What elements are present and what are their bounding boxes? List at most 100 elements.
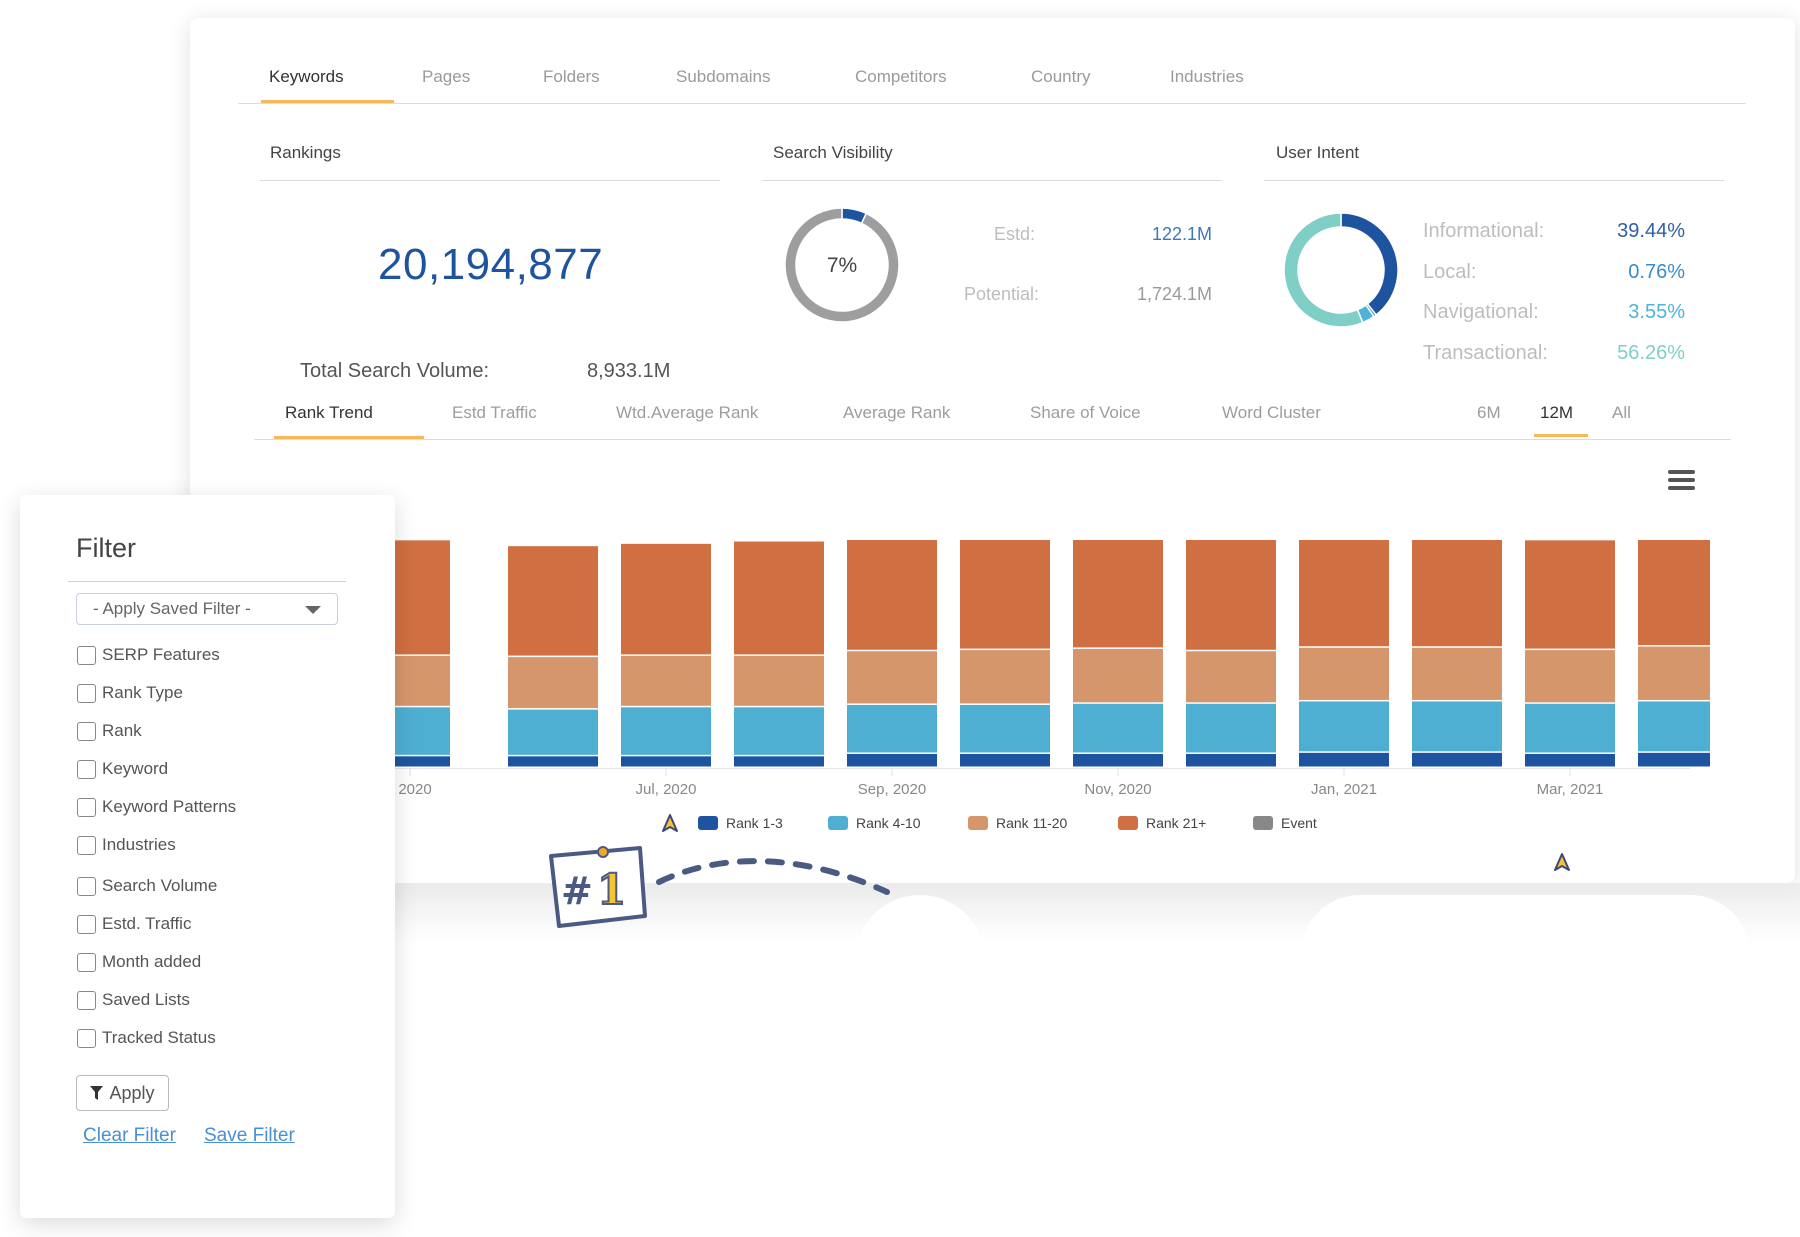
checkbox[interactable] (77, 990, 96, 1010)
bar-rank-4-10[interactable] (508, 709, 598, 755)
bar-rank-11-20[interactable] (1299, 647, 1389, 700)
checkbox[interactable] (77, 876, 96, 896)
checkbox[interactable] (77, 721, 96, 741)
legend-item-event[interactable]: Event (1253, 815, 1317, 831)
bar-rank-4-10[interactable] (1299, 701, 1389, 752)
tab-folders[interactable]: Folders (543, 67, 600, 87)
bar-rank-4-10[interactable] (847, 704, 937, 753)
filter-option-saved-lists[interactable]: Saved Lists (77, 990, 190, 1010)
bar-rank-1-3[interactable] (1186, 753, 1276, 767)
checkbox[interactable] (77, 1028, 96, 1048)
bar-rank-21-[interactable] (1186, 540, 1276, 650)
range-tab-12m[interactable]: 12M (1540, 403, 1573, 423)
total-search-volume-label: Total Search Volume: (300, 360, 489, 382)
checkbox[interactable] (77, 797, 96, 817)
bar-rank-21-[interactable] (1638, 540, 1710, 646)
filter-option-keyword[interactable]: Keyword (77, 759, 168, 779)
bar-rank-21-[interactable] (621, 543, 711, 655)
tab-keywords[interactable]: Keywords (269, 67, 344, 87)
bar-rank-11-20[interactable] (734, 655, 824, 706)
bar-rank-1-3[interactable] (508, 756, 598, 767)
funnel-icon (90, 1086, 104, 1100)
bar-rank-21-[interactable] (1299, 540, 1389, 647)
bar-rank-11-20[interactable] (960, 650, 1050, 704)
checkbox[interactable] (77, 914, 96, 934)
bar-rank-1-3[interactable] (1638, 752, 1710, 767)
bar-rank-21-[interactable] (1412, 540, 1502, 647)
clear-filter-link[interactable]: Clear Filter (83, 1125, 176, 1147)
checkbox[interactable] (77, 952, 96, 972)
bar-rank-11-20[interactable] (847, 651, 937, 704)
bar-rank-4-10[interactable] (1186, 703, 1276, 753)
filter-option-search-volume[interactable]: Search Volume (77, 876, 217, 896)
filter-option-serp-features[interactable]: SERP Features (77, 645, 220, 665)
chart-menu-icon[interactable] (1668, 470, 1695, 492)
filter-option-tracked-status[interactable]: Tracked Status (77, 1028, 216, 1048)
legend-item-rank-11-20[interactable]: Rank 11-20 (968, 815, 1067, 831)
bar-rank-11-20[interactable] (1525, 650, 1615, 703)
bar-rank-1-3[interactable] (621, 756, 711, 767)
tab-competitors[interactable]: Competitors (855, 67, 947, 87)
bar-rank-11-20[interactable] (1073, 648, 1163, 703)
bar-rank-21-[interactable] (1525, 540, 1615, 649)
legend-item-rank-21-[interactable]: Rank 21+ (1118, 815, 1206, 831)
range-tab-all[interactable]: All (1612, 403, 1631, 423)
bar-rank-4-10[interactable] (1073, 703, 1163, 753)
bar-rank-4-10[interactable] (621, 707, 711, 755)
tab-pages[interactable]: Pages (422, 67, 470, 87)
bar-rank-4-10[interactable] (1638, 701, 1710, 752)
bar-rank-1-3[interactable] (1412, 752, 1502, 767)
checkbox[interactable] (77, 759, 96, 779)
range-tab-6m[interactable]: 6M (1477, 403, 1501, 423)
apply-filter-button[interactable]: Apply (76, 1075, 169, 1111)
bar-rank-21-[interactable] (734, 541, 824, 655)
legend-item-rank-4-10[interactable]: Rank 4-10 (828, 815, 921, 831)
saved-filter-select[interactable]: - Apply Saved Filter - (76, 593, 338, 625)
bar-rank-4-10[interactable] (960, 704, 1050, 753)
bar-rank-4-10[interactable] (734, 707, 824, 755)
chart-tab-average-rank[interactable]: Average Rank (843, 403, 950, 423)
filter-option-label: Keyword (102, 759, 169, 778)
tab-subdomains[interactable]: Subdomains (676, 67, 771, 87)
chart-tab-share-of-voice[interactable]: Share of Voice (1030, 403, 1141, 423)
legend-item-rank-1-3[interactable]: Rank 1-3 (698, 815, 783, 831)
bar-rank-21-[interactable] (960, 540, 1050, 649)
chart-tab-word-cluster[interactable]: Word Cluster (1222, 403, 1321, 423)
bar-rank-21-[interactable] (1073, 540, 1163, 648)
filter-option-estd-traffic[interactable]: Estd. Traffic (77, 914, 191, 934)
checkbox[interactable] (77, 645, 96, 665)
bar-rank-1-3[interactable] (1073, 753, 1163, 767)
bar-rank-11-20[interactable] (1186, 651, 1276, 703)
filter-option-rank[interactable]: Rank (77, 721, 142, 741)
bar-rank-1-3[interactable] (734, 756, 824, 767)
bar-rank-4-10[interactable] (1525, 703, 1615, 753)
bar-rank-1-3[interactable] (1299, 752, 1389, 767)
bar-rank-11-20[interactable] (508, 657, 598, 709)
bar-rank-21-[interactable] (847, 540, 937, 650)
intent-segment-transactional[interactable] (1283, 212, 1364, 328)
chevron-down-icon (305, 606, 321, 614)
bar-rank-1-3[interactable] (1525, 753, 1615, 767)
bar-rank-11-20[interactable] (1412, 647, 1502, 700)
filter-option-rank-type[interactable]: Rank Type (77, 683, 183, 703)
bar-rank-21-[interactable] (508, 546, 598, 656)
tab-industries[interactable]: Industries (1170, 67, 1244, 87)
chart-tab-wtd-average-rank[interactable]: Wtd.Average Rank (616, 403, 758, 423)
bar-rank-4-10[interactable] (1412, 701, 1502, 752)
search-visibility-percent: 7% (827, 254, 857, 277)
checkbox[interactable] (77, 683, 96, 703)
bar-rank-1-3[interactable] (960, 753, 1050, 767)
bar-rank-11-20[interactable] (1638, 646, 1710, 700)
intent-segment-informational[interactable] (1340, 212, 1399, 316)
bar-rank-1-3[interactable] (847, 753, 937, 767)
filter-option-keyword-patterns[interactable]: Keyword Patterns (77, 797, 236, 817)
chart-tab-rank-trend[interactable]: Rank Trend (285, 403, 373, 423)
checkbox[interactable] (77, 835, 96, 855)
filter-option-month-added[interactable]: Month added (77, 952, 201, 972)
tab-country[interactable]: Country (1031, 67, 1091, 87)
filter-option-label: Saved Lists (102, 990, 190, 1009)
chart-tab-estd-traffic[interactable]: Estd Traffic (452, 403, 537, 423)
filter-option-industries[interactable]: Industries (77, 835, 176, 855)
bar-rank-11-20[interactable] (621, 655, 711, 706)
save-filter-link[interactable]: Save Filter (204, 1125, 295, 1147)
